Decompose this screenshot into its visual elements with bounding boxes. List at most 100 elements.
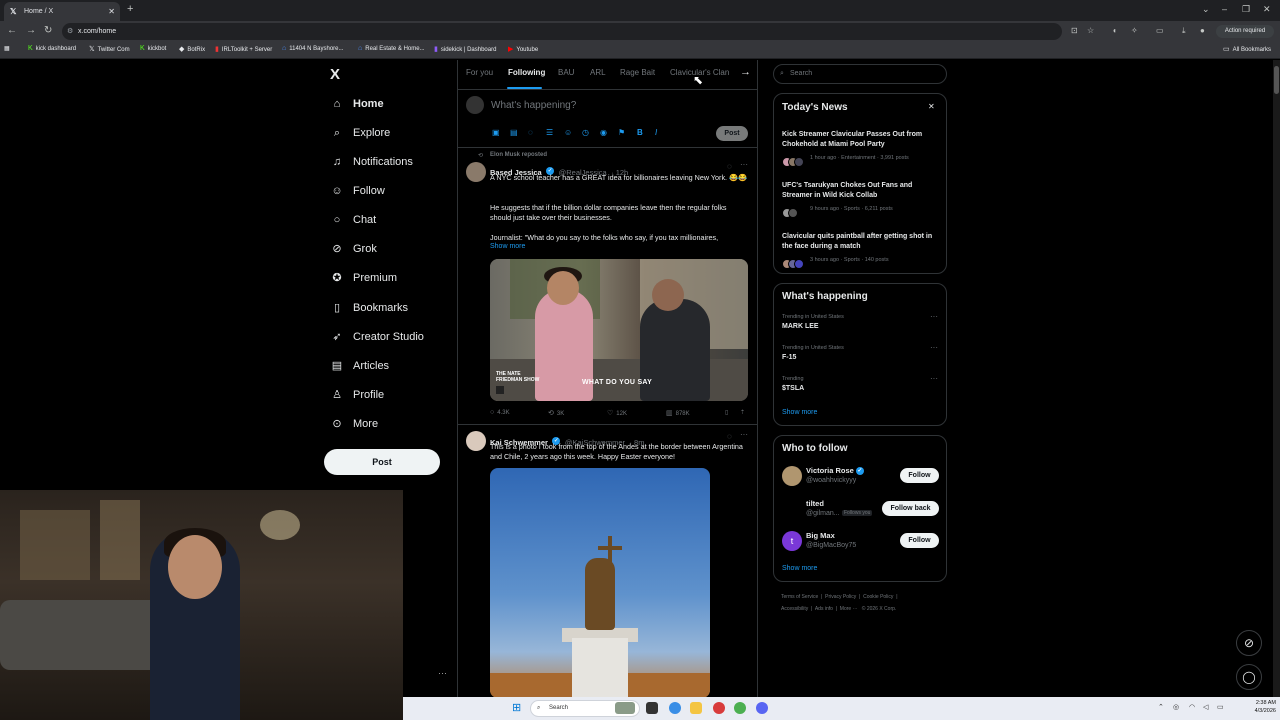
bookmark-item[interactable]: ⌂ 11404 N Bayshore... (282, 45, 344, 52)
follow-back-button[interactable]: Follow back (882, 501, 939, 516)
bookmark-item[interactable]: Kkick dashboard (28, 45, 76, 52)
search-highlight-icon[interactable] (615, 702, 635, 714)
browser-tab[interactable]: 𝕏 Home / X ✕ (4, 2, 120, 21)
battery-icon[interactable]: ▭ (1217, 703, 1224, 711)
avatar[interactable] (466, 96, 484, 114)
bookmark-item[interactable]: ◆ BotRix (179, 45, 205, 53)
tray-icon[interactable]: ◎ (1173, 703, 1179, 711)
gif-icon[interactable]: ▤ (510, 128, 518, 137)
search-input[interactable]: ⌕ Search (773, 64, 947, 84)
volume-icon[interactable]: ◁ (1203, 703, 1208, 711)
nav-explore[interactable]: ⌕ Explore (330, 123, 390, 143)
nav-home[interactable]: ⌂ Home (330, 94, 384, 114)
nav-notifications[interactable]: ♫ Notifications (330, 152, 413, 172)
show-more-link[interactable]: Show more (782, 409, 817, 416)
footer-link[interactable]: Terms of Service (781, 594, 818, 600)
nav-follow[interactable]: ☺ Follow (330, 181, 384, 201)
avatar[interactable]: t (782, 531, 802, 551)
star-icon[interactable]: ☆ (1087, 26, 1094, 35)
bookmark-item[interactable]: ▮ IRLToolkit + Server (215, 45, 272, 53)
footer-link[interactable]: Privacy Policy (825, 594, 856, 600)
install-icon[interactable]: ⊡ (1071, 26, 1078, 35)
minimize-icon[interactable]: – (1222, 4, 1227, 14)
grok-icon[interactable]: ◌ (528, 128, 533, 137)
bookmark-item[interactable]: Kkickbot (140, 45, 166, 52)
reply-button[interactable]: ○ 4.3K (490, 409, 510, 416)
more-icon[interactable]: ··· (740, 430, 748, 439)
bookmark-item[interactable]: ⌂ Real Estate & Home... (358, 45, 425, 52)
chrome-icon[interactable] (734, 702, 746, 714)
repost-button[interactable]: ⟲ 3K (548, 409, 564, 417)
tab-arl[interactable]: ARL (590, 68, 606, 77)
tab-following[interactable]: Following (508, 68, 545, 77)
bookmark-icon[interactable]: ▯ (725, 409, 728, 416)
close-window-icon[interactable]: ✕ (1263, 4, 1271, 15)
all-bookmarks[interactable]: ▭ All Bookmarks (1223, 45, 1271, 53)
nav-articles[interactable]: ▤ Articles (330, 356, 389, 376)
nav-chat[interactable]: ○ Chat (330, 210, 377, 230)
news-headline[interactable]: Kick Streamer Clavicular Passes Out from… (782, 130, 942, 150)
follow-name[interactable]: Victoria Rose ✓ (806, 466, 864, 476)
show-more-link[interactable]: Show more (490, 243, 525, 250)
tweet-photo[interactable] (490, 468, 710, 698)
maximize-icon[interactable]: ❐ (1242, 4, 1250, 15)
chevron-up-icon[interactable]: ⌃ (1158, 703, 1164, 711)
action-required-button[interactable]: Action required (1216, 25, 1274, 38)
scrollbar-thumb[interactable] (1274, 66, 1279, 94)
nav-profile[interactable]: ♙ Profile (330, 385, 384, 405)
news-headline[interactable]: Clavicular quits paintball after getting… (782, 232, 942, 252)
more-dots-icon[interactable]: ··· (438, 668, 447, 678)
avatar[interactable] (782, 499, 802, 519)
views-button[interactable]: ▥ 878K (666, 409, 690, 417)
chrome-app-icon[interactable] (669, 702, 681, 714)
more-icon[interactable]: ··· (930, 343, 938, 352)
close-icon[interactable]: ✕ (928, 102, 935, 111)
split-view-icon[interactable]: ▭ (1156, 26, 1164, 35)
follow-name[interactable]: tilted (806, 499, 824, 508)
tab-for-you[interactable]: For you (466, 68, 493, 77)
show-more-link[interactable]: Show more (782, 565, 817, 572)
follow-button[interactable]: Follow (900, 468, 939, 483)
new-tab-icon[interactable]: + (127, 3, 133, 15)
profile-avatar-icon[interactable]: ● (1200, 26, 1205, 35)
more-icon[interactable]: ··· (930, 374, 938, 383)
start-icon[interactable]: ⊞ (512, 701, 521, 714)
task-view-icon[interactable] (646, 702, 658, 714)
discord-icon[interactable] (756, 702, 768, 714)
apps-icon[interactable]: ▦ (4, 45, 10, 52)
post-button[interactable]: Post (324, 449, 440, 475)
news-headline[interactable]: UFC's Tsarukyan Chokes Out Fans and Stre… (782, 181, 942, 201)
extension-audio-icon[interactable]: ◖ (1112, 26, 1117, 35)
wifi-icon[interactable]: ◠ (1189, 703, 1195, 711)
share-icon[interactable]: ⇡ (740, 409, 745, 416)
more-icon[interactable]: ··· (930, 312, 938, 321)
messages-fab-icon[interactable]: ◯ (1236, 664, 1262, 690)
footer-link[interactable]: Ads info (815, 606, 833, 612)
forward-icon[interactable]: → (26, 25, 36, 36)
extensions-icon[interactable]: ✧ (1131, 26, 1138, 35)
back-icon[interactable]: ← (7, 25, 17, 36)
grok-icon[interactable]: ◌ (727, 432, 732, 441)
file-explorer-icon[interactable] (690, 702, 702, 714)
nav-grok[interactable]: ⊘ Grok (330, 239, 376, 259)
url-field[interactable]: ⚙ x.com/home (62, 23, 1062, 40)
avatar[interactable] (466, 431, 486, 451)
avatar[interactable] (782, 466, 802, 486)
bold-icon[interactable]: B (637, 128, 643, 137)
trend-name[interactable]: F-15 (782, 354, 796, 361)
grok-fab-icon[interactable]: ⊘ (1236, 630, 1262, 656)
location-icon[interactable]: ◉ (600, 128, 607, 137)
flag-icon[interactable]: ⚑ (618, 128, 625, 137)
tab-rage-bait[interactable]: Rage Bait (620, 68, 655, 77)
nav-creator-studio[interactable]: ➶ Creator Studio (330, 327, 424, 347)
image-icon[interactable]: ▣ (492, 128, 500, 137)
schedule-icon[interactable]: ◷ (582, 128, 589, 137)
footer-link[interactable]: More ··· (840, 606, 858, 612)
compose-post-button[interactable]: Post (716, 126, 748, 141)
nav-bookmarks[interactable]: ▯ Bookmarks (330, 298, 408, 318)
follow-name[interactable]: Big Max (806, 531, 835, 540)
x-logo-icon[interactable]: X (330, 66, 340, 83)
reload-icon[interactable]: ↻ (44, 25, 52, 36)
poll-icon[interactable]: ☰ (546, 128, 553, 137)
footer-link[interactable]: Cookie Policy (863, 594, 893, 600)
